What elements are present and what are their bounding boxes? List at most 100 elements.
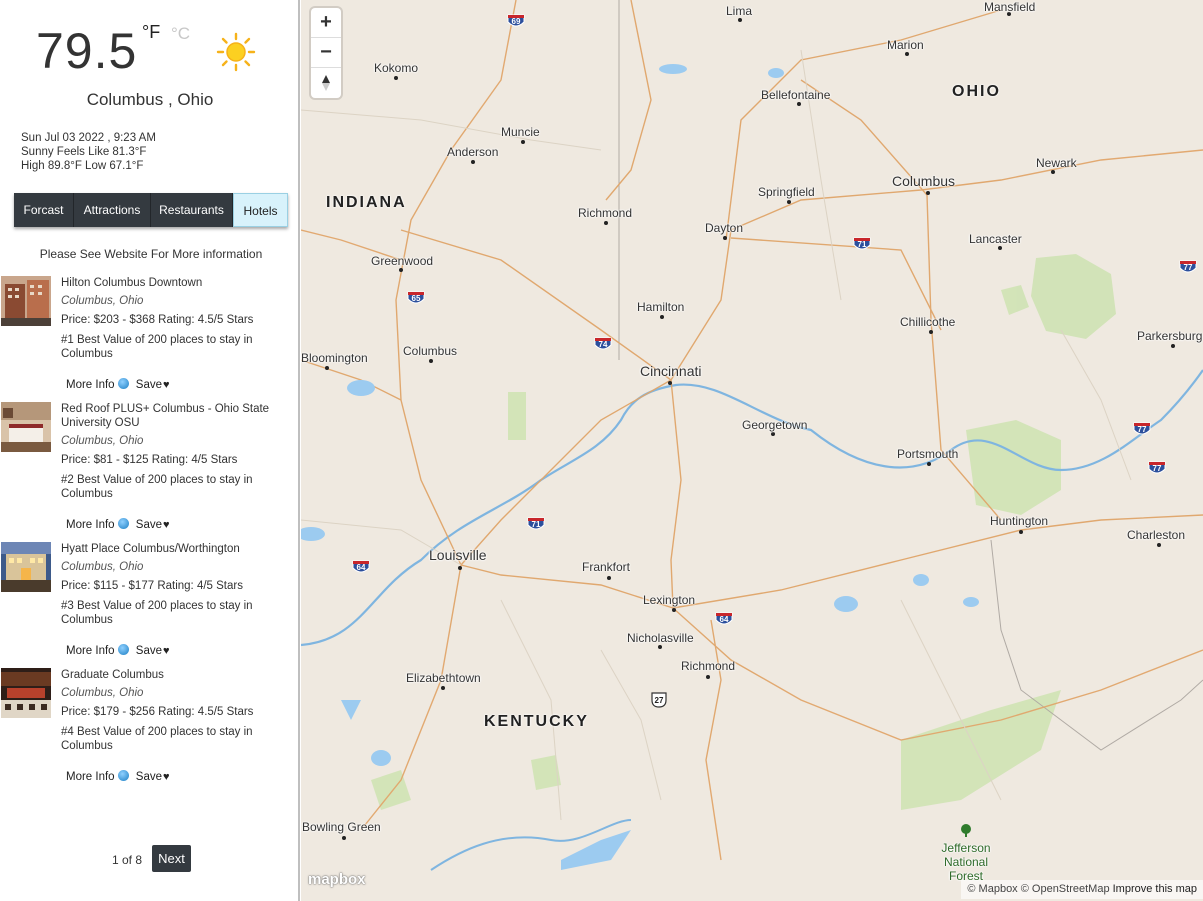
highway-shield: 64 xyxy=(352,559,370,575)
hotel-location: Columbus, Ohio xyxy=(61,561,144,573)
hotel-rank: #1 Best Value of 200 places to stay in C… xyxy=(61,334,253,360)
city-dot xyxy=(929,330,933,334)
city-dot xyxy=(787,200,791,204)
save-link[interactable]: Save xyxy=(136,645,162,657)
city-dot xyxy=(738,18,742,22)
hotel-name: Hyatt Place Columbus/Worthington xyxy=(61,543,240,555)
hotel-price: Price: $179 - $256 Rating: 4.5/5 Stars xyxy=(61,706,254,718)
high-low: High 89.8°F Low 67.1°F xyxy=(21,160,144,172)
compass-icon xyxy=(322,75,330,91)
hotel-photo[interactable] xyxy=(1,276,51,326)
highway-shield: 65 xyxy=(407,290,425,306)
more-info-link[interactable]: More Info xyxy=(66,645,115,657)
tab-forcast[interactable]: Forcast xyxy=(14,193,74,227)
heart-icon[interactable]: ♥ xyxy=(163,519,170,531)
city-dot xyxy=(441,686,445,690)
hotel-photo[interactable] xyxy=(1,402,51,452)
attribution-text[interactable]: © Mapbox © OpenStreetMap xyxy=(967,883,1109,895)
city-dot xyxy=(394,76,398,80)
highway-shield: 71 xyxy=(527,516,545,532)
city-label: Kokomo xyxy=(374,61,419,75)
city-dot xyxy=(458,566,462,570)
globe-icon[interactable] xyxy=(117,518,129,529)
city-label: Jefferson National Forest xyxy=(941,841,991,883)
highway-shield: 27 xyxy=(650,692,668,708)
city-dot xyxy=(658,645,662,649)
globe-icon[interactable] xyxy=(117,644,129,655)
save-link[interactable]: Save xyxy=(136,519,162,531)
highway-shield: 77 xyxy=(1133,421,1151,437)
tab-restaurants[interactable]: Restaurants xyxy=(151,193,233,227)
map-basemap xyxy=(301,0,1203,871)
city-label: Marion xyxy=(887,38,924,52)
highway-shield: 74 xyxy=(594,336,612,352)
city-label: Richmond xyxy=(681,659,736,673)
state-label: OHIO xyxy=(952,83,1001,100)
feels-like: Sunny Feels Like 81.3°F xyxy=(21,146,147,158)
unit-celsius-toggle[interactable]: °C xyxy=(171,24,190,44)
city-dot xyxy=(1019,530,1023,534)
city-label: Muncie xyxy=(501,125,540,139)
save-link[interactable]: Save xyxy=(136,379,162,391)
city-dot xyxy=(723,236,727,240)
city-dot xyxy=(797,102,801,106)
hotel-price: Price: $203 - $368 Rating: 4.5/5 Stars xyxy=(61,314,254,326)
next-page-button[interactable]: Next xyxy=(152,845,191,872)
map-attribution: © Mapbox © OpenStreetMap Improve this ma… xyxy=(961,880,1203,899)
heart-icon[interactable]: ♥ xyxy=(163,771,170,783)
heart-icon[interactable]: ♥ xyxy=(163,379,170,391)
city-dot xyxy=(927,462,931,466)
city-dot xyxy=(399,268,403,272)
map-view[interactable]: INDIANA OHIO KENTUCKY Lima Mansfield Mar… xyxy=(301,0,1203,901)
tab-attractions[interactable]: Attractions xyxy=(74,193,151,227)
city-label: Lancaster xyxy=(969,232,1022,246)
city-label: Bellefontaine xyxy=(761,88,831,102)
city-label: Frankfort xyxy=(582,560,631,574)
hotel-rank: #2 Best Value of 200 places to stay in C… xyxy=(61,474,253,500)
city-dot xyxy=(771,432,775,436)
mapbox-logo[interactable]: mapbox xyxy=(308,871,366,888)
zoom-in-button[interactable]: + xyxy=(311,8,341,38)
city-label: Columbus xyxy=(403,344,458,358)
city-label: Nicholasville xyxy=(627,631,694,645)
city-dot xyxy=(926,191,930,195)
more-info-link[interactable]: More Info xyxy=(66,519,115,531)
city-label: Columbus xyxy=(892,173,956,189)
city-label: Mansfield xyxy=(984,0,1036,14)
hotel-price: Price: $81 - $125 Rating: 4/5 Stars xyxy=(61,454,238,466)
heart-icon[interactable]: ♥ xyxy=(163,645,170,657)
city-label: Greenwood xyxy=(371,254,434,268)
hotel-actions: More Info Save♥ xyxy=(66,518,170,531)
improve-map-link[interactable]: Improve this map xyxy=(1113,883,1197,895)
highway-shield: 69 xyxy=(507,13,525,29)
weather-details: Sun Jul 03 2022 , 9:23 AM Sunny Feels Li… xyxy=(21,131,156,173)
unit-fahrenheit-toggle[interactable]: °F xyxy=(142,22,160,43)
globe-icon[interactable] xyxy=(117,378,129,389)
zoom-out-button[interactable]: − xyxy=(311,38,341,68)
zoom-controls: + − xyxy=(311,8,341,98)
city-dot xyxy=(672,608,676,612)
city-label: Elizabethtown xyxy=(406,671,481,685)
compass-button[interactable] xyxy=(311,68,341,98)
city-dot xyxy=(1051,170,1055,174)
hotel-location: Columbus, Ohio xyxy=(61,435,144,447)
hotel-name: Red Roof PLUS+ Columbus - Ohio State Uni… xyxy=(61,403,270,429)
location-title: Columbus , Ohio xyxy=(86,90,214,109)
hotel-photo[interactable] xyxy=(1,542,51,592)
tree-icon xyxy=(961,824,971,837)
hotel-photo[interactable] xyxy=(1,668,51,718)
hotel-price: Price: $115 - $177 Rating: 4/5 Stars xyxy=(61,580,243,592)
city-label: Cincinnati xyxy=(640,363,702,379)
city-label: Charleston xyxy=(1127,528,1186,542)
hotel-actions: More Info Save♥ xyxy=(66,378,170,391)
city-label: Lima xyxy=(726,4,753,18)
sidebar: 79.5 °F °C Columbus , Ohio Sun Jul 03 20… xyxy=(0,0,300,901)
city-label: Bloomington xyxy=(301,351,368,365)
city-label: Portsmouth xyxy=(897,447,959,461)
city-dot xyxy=(325,366,329,370)
globe-icon[interactable] xyxy=(117,770,129,781)
more-info-link[interactable]: More Info xyxy=(66,771,115,783)
save-link[interactable]: Save xyxy=(136,771,162,783)
tab-hotels[interactable]: Hotels xyxy=(233,193,288,227)
more-info-link[interactable]: More Info xyxy=(66,379,115,391)
